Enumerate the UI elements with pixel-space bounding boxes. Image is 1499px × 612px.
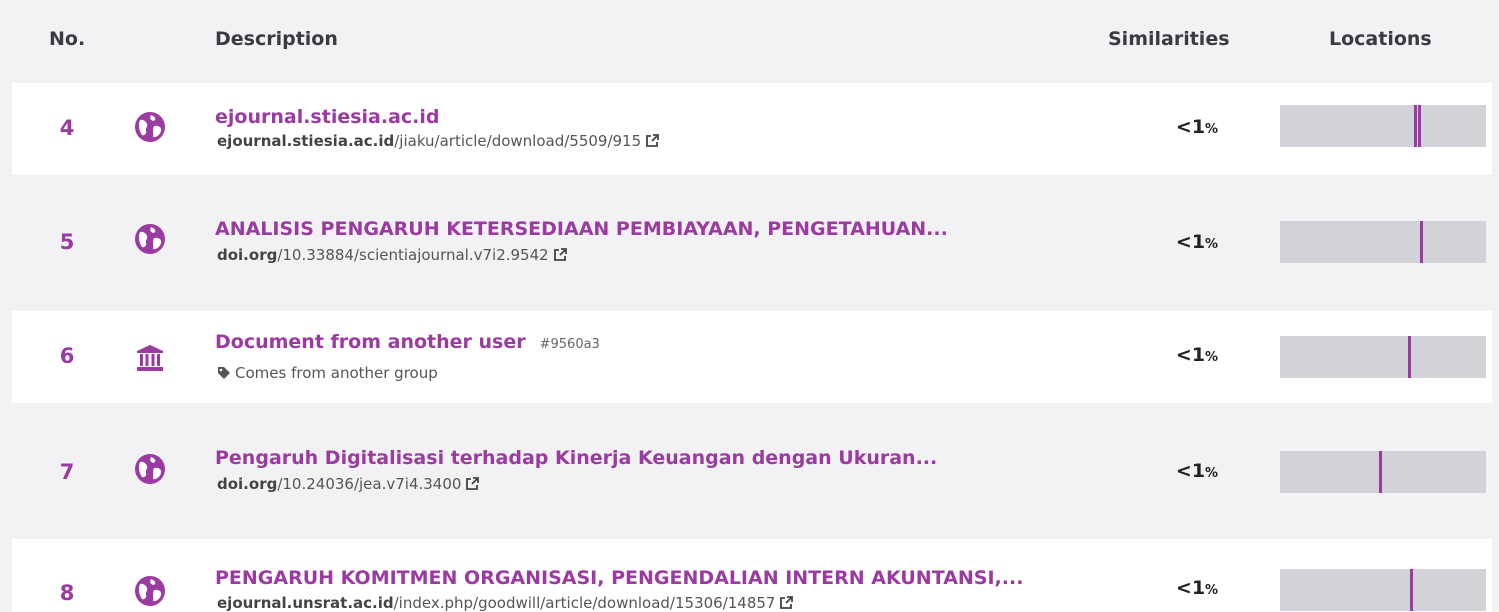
table-header: No. Description Similarities Locations bbox=[12, 10, 1492, 68]
source-path: /10.24036/jea.v7i4.3400 bbox=[277, 475, 462, 493]
group-note: Comes from another group bbox=[217, 364, 438, 382]
row-number: 6 bbox=[59, 344, 75, 368]
source-title-link[interactable]: ANALISIS PENGARUH KETERSEDIAAN PEMBIAYAA… bbox=[215, 218, 948, 240]
globe-icon bbox=[135, 454, 165, 484]
source-link[interactable]: doi.org/10.24036/jea.v7i4.3400 bbox=[217, 475, 480, 493]
similarity-number: <1 bbox=[1175, 231, 1206, 253]
row-number: 5 bbox=[59, 230, 75, 254]
globe-icon bbox=[135, 224, 165, 254]
row-number: 7 bbox=[59, 460, 75, 484]
institution-icon bbox=[137, 345, 163, 371]
table-row[interactable]: 4 ejournal.stiesia.ac.id ejournal.stiesi… bbox=[12, 83, 1492, 175]
source-domain: doi.org bbox=[217, 246, 278, 264]
location-bar[interactable] bbox=[1280, 451, 1486, 493]
location-mark[interactable] bbox=[1414, 105, 1417, 147]
similarity-unit: % bbox=[1205, 583, 1219, 598]
source-title-text: Document from another user bbox=[215, 331, 526, 353]
location-mark[interactable] bbox=[1379, 451, 1382, 493]
similarity-number: <1 bbox=[1175, 577, 1206, 599]
similarity-number: <1 bbox=[1175, 116, 1206, 138]
similarity-value: <1% bbox=[1155, 577, 1239, 599]
header-locations: Locations bbox=[1329, 28, 1432, 50]
group-note-text: Comes from another group bbox=[235, 364, 438, 382]
location-mark[interactable] bbox=[1410, 569, 1413, 611]
globe-icon bbox=[135, 112, 165, 142]
globe-icon bbox=[135, 576, 165, 606]
similarity-value: <1% bbox=[1155, 460, 1239, 482]
table-row[interactable]: 5 ANALISIS PENGARUH KETERSEDIAAN PEMBIAY… bbox=[12, 197, 1492, 289]
similarity-number: <1 bbox=[1175, 460, 1206, 482]
source-title-link[interactable]: ejournal.stiesia.ac.id bbox=[215, 106, 440, 128]
source-link[interactable]: ejournal.unsrat.ac.id/index.php/goodwill… bbox=[217, 594, 794, 612]
row-number: 8 bbox=[59, 581, 75, 605]
similarity-unit: % bbox=[1205, 237, 1219, 252]
similarity-unit: % bbox=[1205, 122, 1219, 137]
similarity-number: <1 bbox=[1175, 344, 1206, 366]
source-path: /jiaku/article/download/5509/915 bbox=[394, 132, 642, 150]
external-link-icon[interactable] bbox=[779, 596, 794, 610]
table-row[interactable]: 6 Document from another user #9560a3 Come… bbox=[12, 311, 1492, 403]
source-title[interactable]: Document from another user #9560a3 bbox=[215, 331, 600, 353]
source-link[interactable]: ejournal.stiesia.ac.id/jiaku/article/dow… bbox=[217, 132, 660, 150]
similarity-value: <1% bbox=[1155, 231, 1239, 253]
location-mark[interactable] bbox=[1408, 336, 1411, 378]
external-link-icon[interactable] bbox=[645, 134, 660, 148]
header-no: No. bbox=[49, 28, 86, 50]
external-link-icon[interactable] bbox=[553, 248, 567, 262]
document-hash: #9560a3 bbox=[539, 337, 600, 352]
similarity-value: <1% bbox=[1155, 116, 1239, 138]
location-bar[interactable] bbox=[1280, 336, 1486, 378]
table-row[interactable]: 8 PENGARUH KOMITMEN ORGANISASI, PENGENDA… bbox=[12, 539, 1492, 612]
source-link[interactable]: doi.org/10.33884/scientiajournal.v7i2.95… bbox=[217, 246, 567, 264]
source-path: /index.php/goodwill/article/download/153… bbox=[393, 594, 776, 612]
location-mark[interactable] bbox=[1420, 221, 1423, 263]
row-number: 4 bbox=[59, 116, 75, 140]
source-domain: doi.org bbox=[217, 475, 278, 493]
header-similarities: Similarities bbox=[1108, 28, 1230, 50]
location-mark[interactable] bbox=[1418, 105, 1421, 147]
table-row[interactable]: 7 Pengaruh Digitalisasi terhadap Kinerja… bbox=[12, 425, 1492, 517]
location-bar[interactable] bbox=[1280, 221, 1486, 263]
source-title-link[interactable]: Pengaruh Digitalisasi terhadap Kinerja K… bbox=[215, 447, 937, 469]
location-bar[interactable] bbox=[1280, 105, 1486, 147]
source-domain: ejournal.stiesia.ac.id bbox=[217, 132, 395, 150]
similarity-unit: % bbox=[1205, 466, 1219, 481]
similarity-value: <1% bbox=[1155, 344, 1239, 366]
external-link-icon[interactable] bbox=[465, 477, 480, 491]
tag-icon bbox=[218, 367, 230, 379]
source-domain: ejournal.unsrat.ac.id bbox=[217, 594, 394, 612]
similarity-unit: % bbox=[1205, 350, 1219, 365]
location-bar[interactable] bbox=[1280, 569, 1486, 611]
source-title-link[interactable]: PENGARUH KOMITMEN ORGANISASI, PENGENDALI… bbox=[215, 567, 1023, 589]
source-path: /10.33884/scientiajournal.v7i2.9542 bbox=[277, 246, 549, 264]
header-description: Description bbox=[215, 28, 338, 50]
